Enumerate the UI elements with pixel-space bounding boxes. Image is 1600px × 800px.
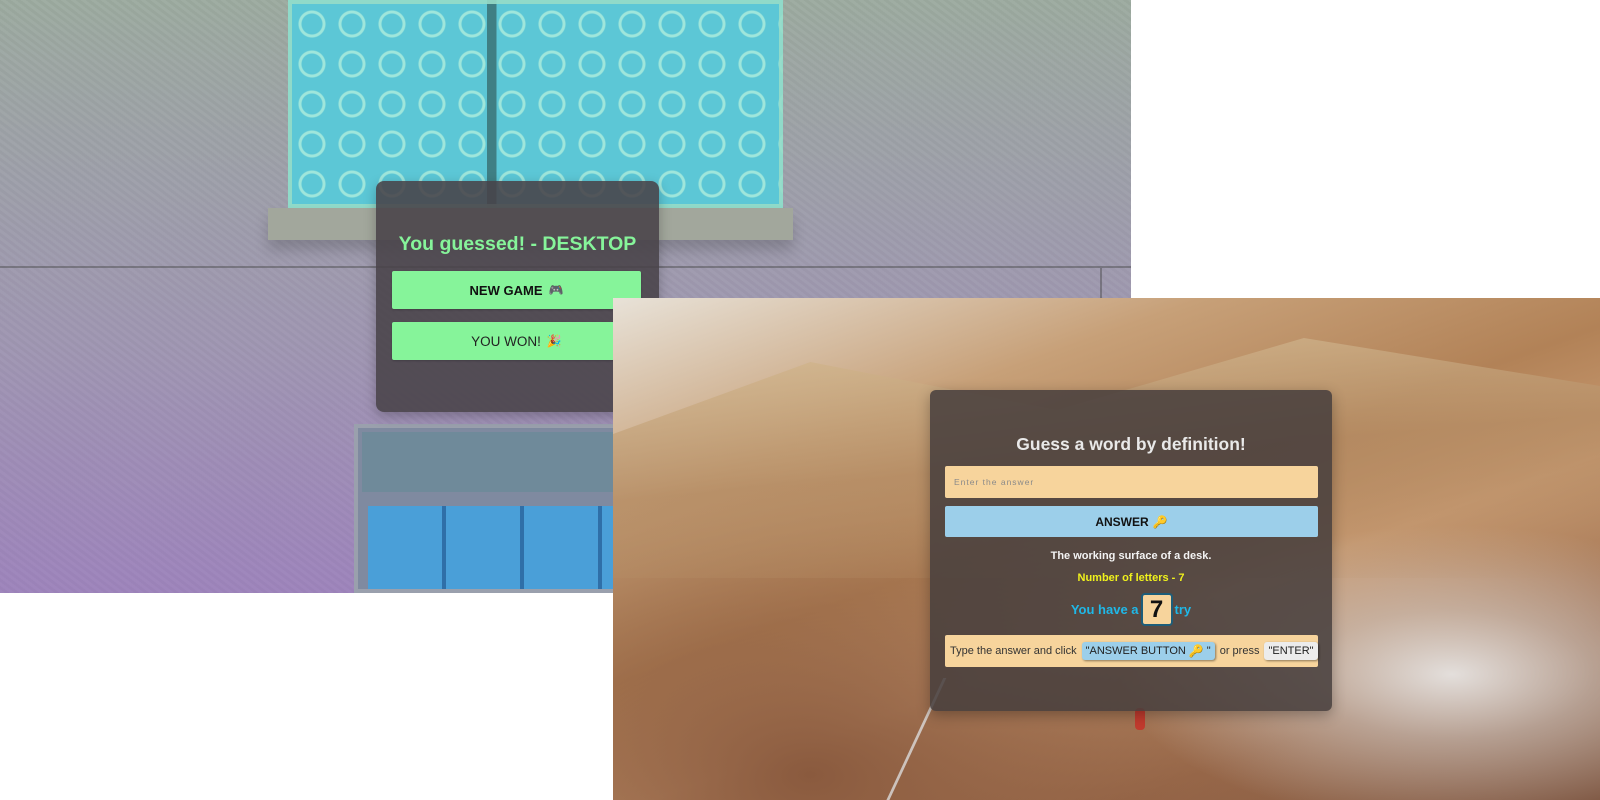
key-icon: 🔑 (1152, 514, 1168, 529)
enter-key-hint-chip: "ENTER" (1264, 642, 1318, 660)
hint-chip-answer-suffix: " (1206, 645, 1211, 657)
new-game-button[interactable]: NEW GAME 🎮 (392, 271, 641, 309)
win-title: You guessed! - DESKTOP (398, 233, 637, 255)
gamepad-icon: 🎮 (548, 283, 564, 297)
instructions-bar: Type the answer and click "ANSWER BUTTON… (945, 635, 1318, 667)
game-title: Guess a word by definition! (1016, 434, 1246, 454)
tries-suffix: try (1174, 602, 1192, 617)
window-grille-image (288, 0, 783, 208)
answer-button-hint-chip: "ANSWER BUTTON 🔑 " (1081, 642, 1215, 660)
definition-text: The working surface of a desk. (1050, 550, 1212, 562)
tries-count-badge: 7 (1140, 593, 1173, 626)
answer-button[interactable]: ANSWER 🔑 (945, 506, 1318, 537)
hint-text-2: or press (1219, 645, 1260, 657)
letters-count-text: Number of letters - 7 (1077, 572, 1185, 584)
you-won-label: YOU WON! (471, 333, 541, 349)
answer-input[interactable] (945, 466, 1318, 498)
answer-button-label: ANSWER (1095, 514, 1149, 529)
tries-prefix: You have a (1070, 602, 1139, 617)
you-won-button[interactable]: YOU WON! 🎉 (392, 322, 641, 360)
party-popper-icon: 🎉 (546, 334, 562, 348)
game-dialog: Guess a word by definition! ANSWER 🔑 The… (930, 390, 1332, 711)
hint-text-1: Type the answer and click (950, 645, 1077, 657)
tries-indicator: You have a 7 try (930, 593, 1332, 626)
key-icon: 🔑 (1188, 644, 1204, 658)
hint-chip-answer-prefix: "ANSWER BUTTON (1085, 645, 1186, 657)
hiker-image (1135, 708, 1145, 730)
new-game-label: NEW GAME (469, 282, 543, 298)
